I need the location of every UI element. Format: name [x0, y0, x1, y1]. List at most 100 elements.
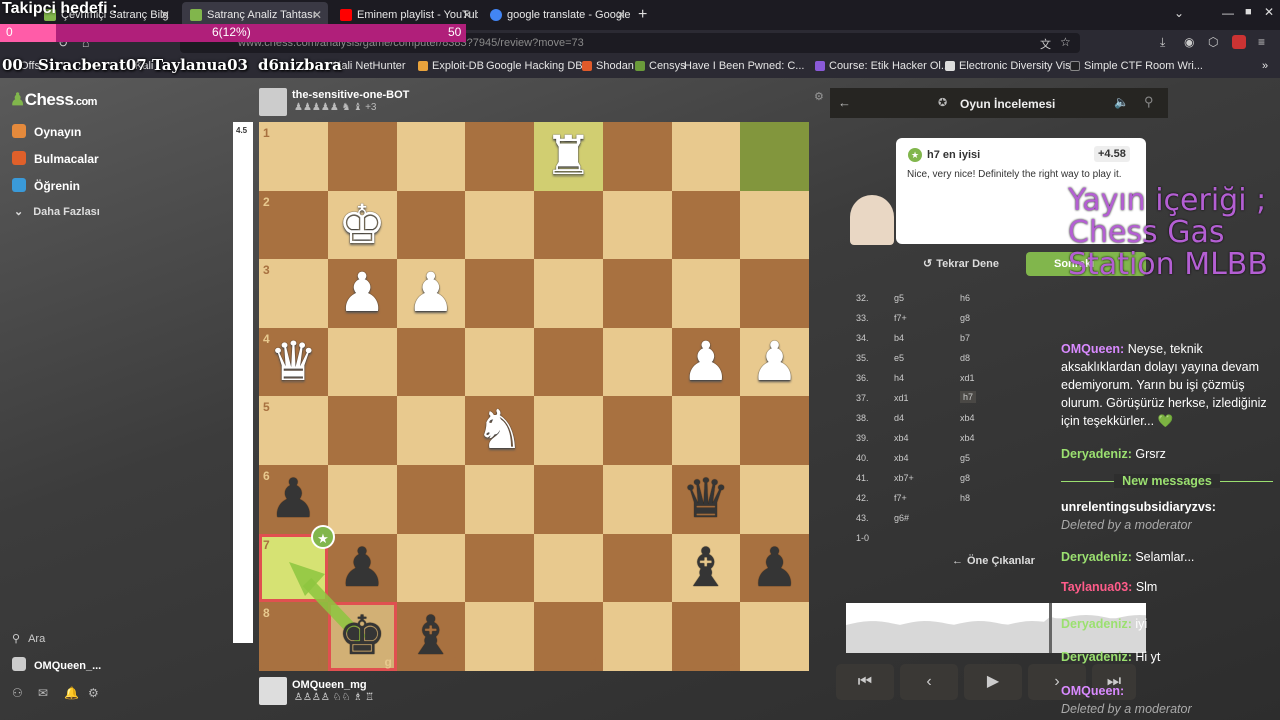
retry-icon: ↺ [923, 258, 933, 270]
messages-icon[interactable]: ✉ [38, 686, 48, 700]
black-move[interactable]: b7 [960, 333, 970, 343]
new-messages-divider: New messages [1114, 474, 1220, 488]
white-move[interactable]: xb4 [894, 453, 909, 463]
tab-google-translate[interactable]: google translate - Google ✕ [482, 2, 632, 28]
bookmark-star-icon[interactable]: ☆ [1060, 35, 1071, 49]
black-piece[interactable]: ♝ [672, 534, 741, 603]
black-piece[interactable]: ♛ [672, 465, 741, 534]
bookmark-item[interactable]: Exploit-DB [418, 60, 484, 72]
white-piece[interactable]: ♚ [328, 191, 397, 260]
chat-username[interactable]: Taylanua03 [1061, 580, 1128, 594]
chat-text: Grsrz [1135, 447, 1166, 461]
bookmark-item[interactable]: Shodan [582, 60, 634, 72]
move-list: 32. g5 h6 33. f7+ g8 34. b4 b7 35. e5 d8 36. h4 xd1 37.… [830, 288, 1050, 544]
previous-move-button[interactable]: ‹ [900, 664, 958, 700]
white-move[interactable]: b4 [894, 333, 904, 343]
nav-user[interactable]: OMQueen_... [12, 657, 101, 672]
close-tab-icon[interactable]: ✕ [616, 2, 626, 28]
black-move[interactable]: g8 [960, 473, 970, 483]
move-number: 38. [856, 413, 869, 423]
notifications-icon[interactable]: 🔔 [64, 686, 79, 700]
translate-icon[interactable]: 文 [1040, 36, 1051, 52]
white-move[interactable]: g6# [894, 513, 909, 523]
chess-board[interactable]: ♜ ♚ ♟ ♟ ♛ ♟ ♟ ♞ ♟ ♛ ♟ ♝ ♟ ♚ ♝ ★ 1 2 3 4 5 6 7 8 h g f e d c b a [259, 122, 809, 671]
bookmark-item[interactable]: Kali NetHunter [334, 60, 406, 72]
close-window-icon[interactable]: ✕ [1264, 5, 1274, 19]
black-piece[interactable]: ♟ [740, 534, 809, 603]
white-piece[interactable]: ♟ [672, 328, 741, 397]
bookmark-item[interactable]: Electronic Diversity Visa [945, 60, 1077, 72]
bookmark-item[interactable]: Google Hacking DB [486, 60, 583, 72]
chess-com-logo[interactable]: ♟Chess.com [10, 90, 97, 110]
white-move[interactable]: xd1 [894, 393, 909, 403]
black-move[interactable]: h8 [960, 493, 970, 503]
first-move-button[interactable]: ⏮ [836, 664, 894, 700]
white-piece[interactable]: ♟ [397, 259, 466, 328]
white-move[interactable]: h4 [894, 373, 904, 383]
white-move[interactable]: e5 [894, 353, 904, 363]
black-piece[interactable]: ♟ [328, 534, 397, 603]
move-row: 36. h4 xd1 [830, 368, 1050, 388]
maximize-icon[interactable]: ■ [1245, 6, 1252, 18]
bookmarks-overflow-icon[interactable]: » [1262, 60, 1268, 72]
black-move[interactable]: g5 [960, 453, 970, 463]
highlights-button[interactable]: ← Öne Çıkanlar [952, 555, 1035, 567]
chat-username[interactable]: OMQueen [1061, 342, 1120, 356]
nav-search[interactable]: ⚲ Ara [12, 632, 45, 645]
white-piece[interactable]: ♞ [465, 396, 534, 465]
bookmark-item[interactable]: Course: Etik Hacker Ol... [815, 60, 950, 72]
black-move[interactable]: xb4 [960, 413, 975, 423]
bookmark-item[interactable]: Simple CTF Room Wri... [1070, 60, 1203, 72]
chat-username[interactable]: Deryadeniz [1061, 447, 1128, 461]
nav-play[interactable]: Oynayın [12, 124, 81, 139]
nav-more[interactable]: ⌄ Daha Fazlası [12, 205, 100, 218]
download-icon[interactable]: ⤓ [1160, 35, 1165, 50]
black-move[interactable]: h7 [960, 391, 977, 403]
extensions-icon[interactable]: ⬡ [1208, 35, 1218, 49]
settings-gear-icon[interactable]: ⚙ [814, 90, 824, 103]
black-move[interactable]: xb4 [960, 433, 975, 443]
chat-colon: : [1120, 342, 1128, 356]
friends-icon[interactable]: ⚇ [12, 686, 23, 700]
rank-label: 2 [263, 194, 270, 209]
retry-button[interactable]: ↺ Tekrar Dene [908, 252, 1014, 276]
top-player-name[interactable]: the-sensitive-one-BOT [292, 89, 409, 101]
minimize-icon[interactable]: — [1222, 6, 1234, 20]
chat-message: New messages [1061, 474, 1273, 488]
chat-username[interactable]: Deryadeniz [1061, 617, 1128, 631]
white-move[interactable]: xb7+ [894, 473, 914, 483]
nav-learn[interactable]: Öğrenin [12, 178, 80, 193]
bookmark-item[interactable]: Censys [635, 60, 686, 72]
white-piece[interactable]: ♜ [534, 122, 603, 191]
black-move[interactable]: h6 [960, 293, 970, 303]
settings-gear-icon[interactable]: ⚙ [88, 686, 99, 700]
chat-username[interactable]: unrelentingsubsidiaryzvs [1061, 500, 1212, 514]
play-button[interactable]: ▶ [964, 664, 1022, 700]
account-icon[interactable]: ◉ [1184, 35, 1194, 49]
chat-username[interactable]: Deryadeniz [1061, 550, 1128, 564]
follower-name: Siracberat07 [38, 56, 147, 74]
white-move[interactable]: g5 [894, 293, 904, 303]
goal-progress-text: 6(12%) [212, 25, 251, 39]
chat-username[interactable]: Deryadeniz [1061, 650, 1128, 664]
sound-icon[interactable]: 🔈 [1114, 95, 1129, 109]
black-move[interactable]: d8 [960, 353, 970, 363]
back-arrow-icon[interactable]: ← [838, 95, 851, 110]
search-icon[interactable]: ⚲ [1144, 94, 1154, 110]
black-move[interactable]: g8 [960, 313, 970, 323]
white-move[interactable]: xb4 [894, 433, 909, 443]
black-move[interactable]: xd1 [960, 373, 975, 383]
chat-username[interactable]: OMQueen [1061, 684, 1120, 698]
white-move[interactable]: f7+ [894, 493, 907, 503]
bottom-player-name[interactable]: OMQueen_mg [292, 679, 367, 691]
white-piece[interactable]: ♟ [740, 328, 809, 397]
extension-badge-icon[interactable] [1232, 35, 1246, 49]
new-tab-icon[interactable]: + [638, 6, 647, 24]
white-piece[interactable]: ♟ [328, 259, 397, 328]
tab-list-chevron-icon[interactable]: ⌄ [1174, 6, 1184, 20]
menu-icon[interactable]: ≡ [1258, 35, 1265, 49]
nav-puzzles[interactable]: Bulmacalar [12, 151, 99, 166]
white-move[interactable]: f7+ [894, 313, 907, 323]
white-move[interactable]: d4 [894, 413, 904, 423]
bookmark-item[interactable]: Have I Been Pwned: C... [684, 60, 804, 72]
